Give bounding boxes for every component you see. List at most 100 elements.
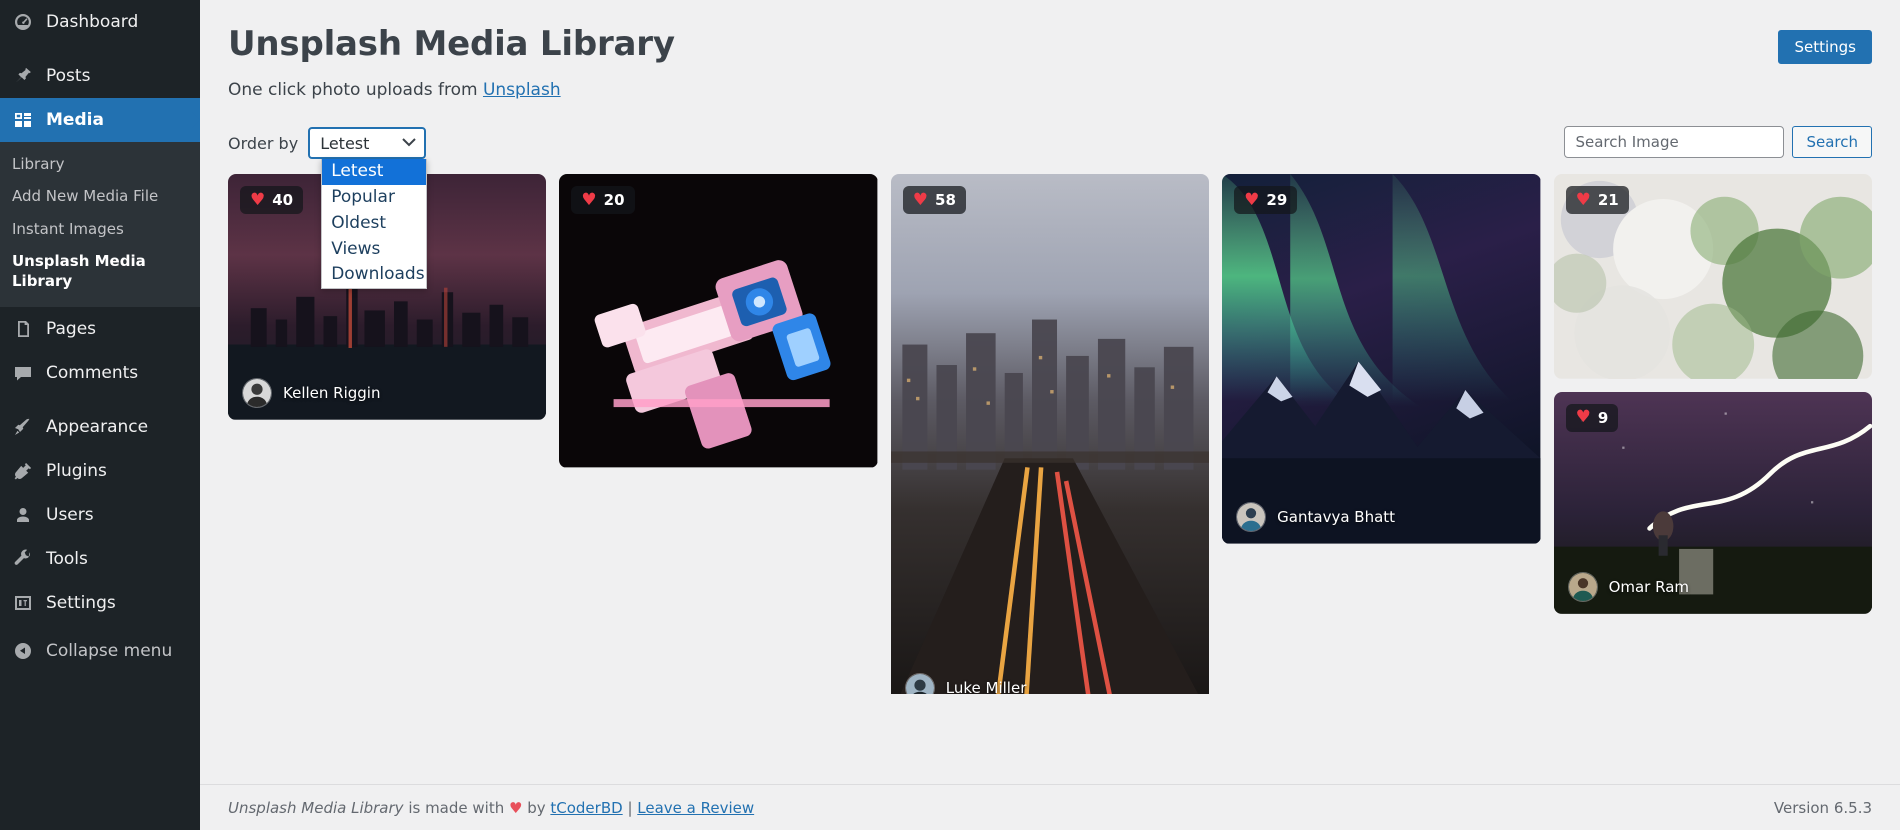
photo-city-night-highway xyxy=(890,174,1210,695)
footer-separator: | xyxy=(622,798,638,817)
photo-author: Omar Ram xyxy=(1567,571,1689,602)
footer-by: by xyxy=(522,798,551,817)
likes-count: 29 xyxy=(1266,191,1288,210)
photo-card[interactable]: ♥ 29 Gantavya Bhatt xyxy=(1222,174,1541,544)
page-title: Unsplash Media Library xyxy=(228,24,675,64)
likes-badge: ♥ 21 xyxy=(1565,186,1629,215)
order-by-options-list: Letest Popular Oldest Views Downloads xyxy=(321,159,428,290)
likes-count: 20 xyxy=(603,191,625,210)
sidebar-item-users[interactable]: Users xyxy=(0,493,200,537)
sidebar-divider xyxy=(0,44,200,54)
order-by-option-popular[interactable]: Popular xyxy=(322,185,426,211)
photo-author: Gantavya Bhatt xyxy=(1236,501,1396,532)
sidebar-item-pages[interactable]: Pages xyxy=(0,307,200,351)
order-by-select-wrap: Letest Letest Popular Oldest Views Downl… xyxy=(308,127,428,290)
gallery-toolbar: Order by Letest Letest Popular Oldest Vi… xyxy=(228,126,1872,290)
comments-icon xyxy=(12,362,34,384)
submenu-item-unsplash-media-library[interactable]: Unsplash Media Library xyxy=(0,245,200,298)
likes-badge: ♥ 29 xyxy=(1234,186,1298,215)
likes-badge: ♥ 20 xyxy=(571,186,635,215)
search-input[interactable] xyxy=(1564,126,1785,159)
media-submenu: Library Add New Media File Instant Image… xyxy=(0,142,200,308)
collapse-menu-label: Collapse menu xyxy=(46,641,173,662)
sidebar-item-settings[interactable]: Settings xyxy=(0,581,200,625)
order-by-option-oldest[interactable]: Oldest xyxy=(322,211,426,237)
subtitle-text: One click photo uploads from xyxy=(228,80,483,101)
avatar xyxy=(1236,501,1267,532)
sidebar-item-plugins[interactable]: Plugins xyxy=(0,449,200,493)
footer-version: Version 6.5.3 xyxy=(1773,798,1872,817)
submenu-label: Unsplash Media Library xyxy=(12,251,146,290)
order-by-select[interactable]: Letest xyxy=(308,127,427,160)
sidebar-item-label: Media xyxy=(46,110,104,130)
author-name: Gantavya Bhatt xyxy=(1277,507,1396,526)
order-by-option-views[interactable]: Views xyxy=(322,237,426,263)
likes-badge: ♥ 58 xyxy=(902,186,966,215)
media-icon xyxy=(12,109,34,131)
sidebar-item-tools[interactable]: Tools xyxy=(0,537,200,581)
author-name: Kellen Riggin xyxy=(283,383,381,402)
search-area: Search xyxy=(1564,126,1872,159)
page-subtitle: One click photo uploads from Unsplash xyxy=(228,80,1872,100)
sidebar-item-label: Settings xyxy=(46,593,116,614)
submenu-label: Instant Images xyxy=(12,219,124,238)
photo-card[interactable]: ♥ 21 xyxy=(1553,174,1872,379)
main-content: Settings Unsplash Media Library One clic… xyxy=(200,0,1900,830)
author-name: Luke Miller xyxy=(945,679,1027,695)
wp-admin-screen: Dashboard Posts Media Library Add New Me… xyxy=(0,0,1900,830)
dashboard-icon xyxy=(12,11,34,33)
likes-count: 9 xyxy=(1597,408,1609,427)
sidebar-item-label: Users xyxy=(46,505,94,526)
likes-count: 21 xyxy=(1597,191,1619,210)
sidebar-divider xyxy=(0,395,200,405)
sidebar-item-appearance[interactable]: Appearance xyxy=(0,405,200,449)
wrench-icon xyxy=(12,548,34,570)
brush-icon xyxy=(12,416,34,438)
avatar xyxy=(1567,571,1598,602)
photo-card[interactable]: ♥ 9 Omar Ram xyxy=(1553,391,1872,614)
content-wrapper: Settings Unsplash Media Library One clic… xyxy=(200,0,1900,695)
submenu-item-instant-images[interactable]: Instant Images xyxy=(0,213,200,245)
sidebar-item-label: Dashboard xyxy=(46,12,139,32)
photo-card[interactable]: ♥ 20 xyxy=(559,174,878,468)
sidebar-item-dashboard[interactable]: Dashboard xyxy=(0,0,200,44)
avatar xyxy=(242,377,272,408)
collapse-arrow-icon xyxy=(12,640,34,662)
photo-author: Luke Miller xyxy=(904,673,1027,695)
collapse-menu-button[interactable]: Collapse menu xyxy=(0,629,200,673)
sidebar-item-label: Plugins xyxy=(46,461,107,482)
sidebar-item-label: Posts xyxy=(46,66,91,86)
sidebar-item-label: Tools xyxy=(46,549,88,570)
heart-icon: ♥ xyxy=(912,189,929,210)
sidebar-item-posts[interactable]: Posts xyxy=(0,54,200,98)
footer-review-link[interactable]: Leave a Review xyxy=(637,799,754,817)
order-by-option-letest[interactable]: Letest xyxy=(322,159,427,185)
order-by-option-downloads[interactable]: Downloads xyxy=(322,262,426,288)
user-icon xyxy=(12,504,34,526)
likes-badge: ♥ 9 xyxy=(1565,403,1619,432)
sidebar-item-label: Comments xyxy=(46,363,139,384)
admin-sidebar: Dashboard Posts Media Library Add New Me… xyxy=(0,0,200,830)
submenu-item-library[interactable]: Library xyxy=(0,148,200,180)
submenu-label: Add New Media File xyxy=(12,187,159,206)
photo-author: Kellen Riggin xyxy=(242,377,381,408)
sidebar-item-comments[interactable]: Comments xyxy=(0,351,200,395)
heart-icon: ♥ xyxy=(581,189,597,210)
photo-card[interactable]: ♥ 58 Luke Miller xyxy=(890,174,1210,695)
sidebar-item-label: Pages xyxy=(46,319,97,340)
submenu-item-add-new-media-file[interactable]: Add New Media File xyxy=(0,180,200,212)
search-button[interactable]: Search xyxy=(1792,126,1872,159)
pages-icon xyxy=(12,318,34,340)
order-by-label: Order by xyxy=(228,133,299,153)
footer-credit: Unsplash Media Library is made with ♥ by… xyxy=(228,799,754,817)
footer-author-link[interactable]: tCoderBD xyxy=(550,799,622,817)
likes-count: 40 xyxy=(272,191,294,210)
photo-neon-robot xyxy=(559,174,878,468)
footer-plugin-name: Unsplash Media Library xyxy=(228,798,404,817)
unsplash-link[interactable]: Unsplash xyxy=(483,80,561,100)
settings-icon xyxy=(12,592,34,614)
likes-count: 58 xyxy=(935,191,956,210)
settings-button[interactable]: Settings xyxy=(1778,30,1872,64)
sidebar-item-media[interactable]: Media xyxy=(0,98,200,142)
likes-badge: ♥ 40 xyxy=(240,186,304,215)
